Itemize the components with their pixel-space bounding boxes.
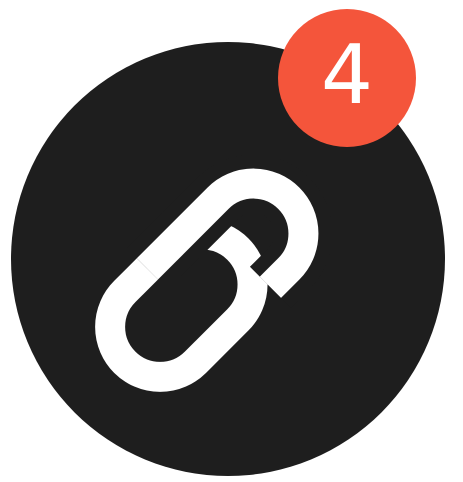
icon-stage: 4 [0, 0, 463, 482]
badge-count: 4 [320, 28, 374, 123]
notification-badge: 4 [278, 9, 416, 147]
